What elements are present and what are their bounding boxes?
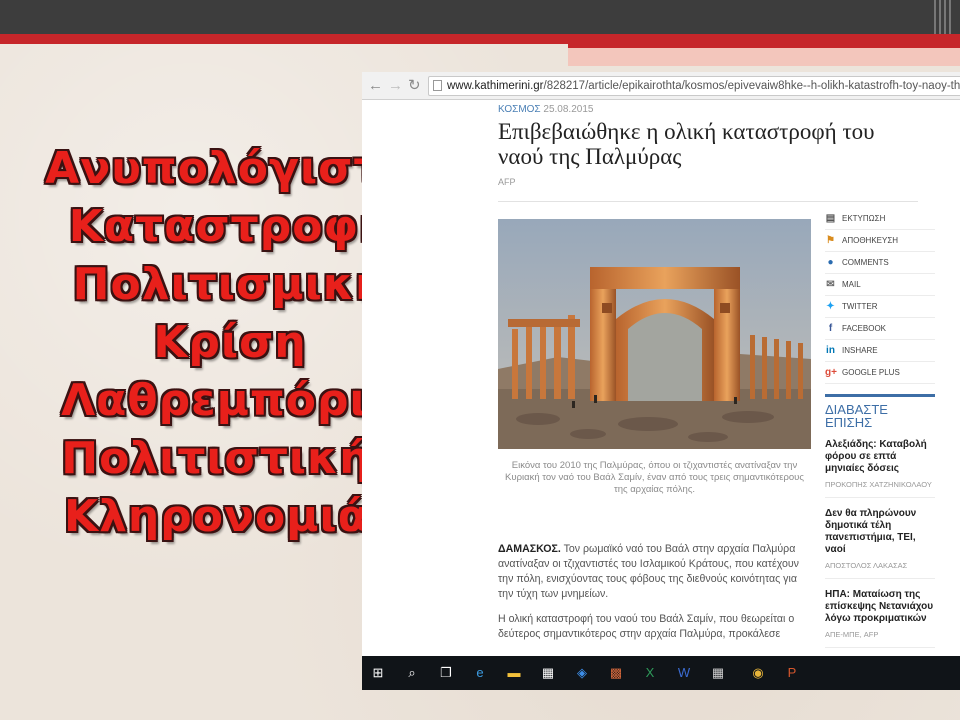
article-headline: Επιβεβαιώθηκε η ολική καταστροφή του ναο…	[498, 119, 875, 169]
read-also-author: ΑΠΟΣΤΟΛΟΣ ΛΑΚΑΣΑΣ	[825, 561, 935, 579]
twitter-icon: ✦	[826, 301, 835, 312]
bookmark-icon: ⚑	[826, 235, 835, 246]
taskbar: ⊞ ⌕ ❐ e ▬ ▦ ◈ ▩ X W ▦ ◉ P	[362, 656, 960, 690]
share-linkedin[interactable]: in INSHARE	[825, 340, 935, 362]
tablet-app-icon[interactable]: ▦	[708, 663, 728, 683]
read-also-item[interactable]: Αλεξιάδης: Καταβολή φόρου σε επτά μηνιαί…	[825, 439, 935, 498]
forward-arrow-icon[interactable]: →	[388, 77, 403, 95]
word-icon[interactable]: W	[674, 663, 694, 683]
share-label: MAIL	[842, 280, 861, 289]
share-google-plus[interactable]: g+ GOOGLE PLUS	[825, 362, 935, 384]
edge-icon[interactable]: e	[470, 663, 490, 683]
url-domain: www.kathimerini.gr	[447, 80, 544, 92]
divider	[498, 201, 918, 202]
page-icon	[433, 80, 442, 91]
share-twitter[interactable]: ✦ TWITTER	[825, 296, 935, 318]
article-meta: ΚΟΣΜΟΣ 25.08.2015	[498, 104, 958, 115]
share-comments[interactable]: ● COMMENTS	[825, 252, 935, 274]
browser-toolbar: ← → ↻ www.kathimerini.gr/828217/article/…	[362, 72, 960, 100]
share-tools: ▤ ΕΚΤΥΠΩΣΗ ⚑ ΑΠΟΘΗΚΕΥΣΗ ● COMMENTS ✉ MAI…	[825, 208, 935, 384]
google-plus-icon: g+	[825, 367, 837, 378]
share-label: ΑΠΟΘΗΚΕΥΣΗ	[842, 236, 899, 245]
task-view-icon[interactable]: ❐	[436, 663, 456, 683]
share-label: TWITTER	[842, 302, 878, 311]
url-path: /828217/article/epikairothta/kosmos/epiv…	[543, 80, 960, 92]
share-label: COMMENTS	[842, 258, 889, 267]
share-print[interactable]: ▤ ΕΚΤΥΠΩΣΗ	[825, 208, 935, 230]
search-icon[interactable]: ⌕	[402, 663, 422, 683]
slide-top-stripes	[934, 0, 952, 34]
printer-icon: ▤	[825, 213, 836, 224]
reload-icon[interactable]: ↻	[408, 77, 421, 95]
article-body: ΔΑΜΑΣΚΟΣ. Τον ρωμαϊκό ναό του Βαάλ στην …	[498, 542, 811, 652]
article-section[interactable]: ΚΟΣΜΟΣ	[498, 104, 541, 115]
share-facebook[interactable]: f FACEBOOK	[825, 318, 935, 340]
linkedin-icon: in	[826, 345, 835, 356]
read-also-author: ΑΠΕ-ΜΠΕ, AFP	[825, 630, 935, 648]
file-explorer-icon[interactable]: ▬	[504, 663, 524, 683]
chrome-icon[interactable]: ◉	[748, 663, 768, 683]
share-mail[interactable]: ✉ MAIL	[825, 274, 935, 296]
share-label: INSHARE	[842, 346, 878, 355]
article-photo[interactable]	[498, 219, 811, 449]
article-byline: AFP	[498, 177, 516, 187]
photo-caption: Εικόνα του 2010 της Παλμύρας, όπου οι τζ…	[505, 460, 804, 495]
comment-icon: ●	[827, 257, 834, 268]
photos-app-icon[interactable]: ▩	[606, 663, 626, 683]
slide-top-bar	[0, 0, 960, 34]
read-also-headline[interactable]: Αλεξιάδης: Καταβολή φόρου σε επτά μηνιαί…	[825, 439, 935, 475]
article-header: ΚΟΣΜΟΣ 25.08.2015 Επιβεβαιώθηκε η ολική …	[498, 100, 958, 202]
dateline: ΔΑΜΑΣΚΟΣ.	[498, 543, 561, 555]
article-paragraph: ΔΑΜΑΣΚΟΣ. Τον ρωμαϊκό ναό του Βαάλ στην …	[498, 542, 811, 602]
dropbox-icon[interactable]: ◈	[572, 663, 592, 683]
article-date: 25.08.2015	[543, 104, 594, 115]
mail-icon: ✉	[826, 279, 835, 290]
read-also-headline[interactable]: ΗΠΑ: Ματαίωση της επίσκεψης Νετανιάχου λ…	[825, 589, 935, 625]
facebook-icon: f	[828, 323, 833, 334]
slide-red-band	[0, 34, 960, 44]
read-also-title-line: ΕΠΙΣΗΣ	[825, 415, 873, 430]
browser-screenshot: ← → ↻ www.kathimerini.gr/828217/article/…	[362, 72, 960, 690]
palmyra-arch-image	[498, 219, 811, 449]
read-also-author: ΠΡΟΚΟΠΗΣ ΧΑΤΖΗΝΙΚΟΛΑΟΥ	[825, 480, 935, 498]
share-label: FACEBOOK	[842, 324, 887, 333]
back-arrow-icon[interactable]: ←	[368, 77, 383, 95]
article-paragraph: Η ολική καταστροφή του ναού του Βαάλ Σαμ…	[498, 613, 795, 640]
share-save[interactable]: ⚑ ΑΠΟΘΗΚΕΥΣΗ	[825, 230, 935, 252]
store-icon[interactable]: ▦	[538, 663, 558, 683]
powerpoint-icon[interactable]: P	[782, 663, 802, 683]
slide-peach-band	[568, 48, 960, 66]
read-also-title: ΔΙΑΒΑΣΤΕ ΕΠΙΣΗΣ	[825, 403, 935, 429]
read-also-item[interactable]: ΗΠΑ: Ματαίωση της επίσκεψης Νετανιάχου λ…	[825, 589, 935, 648]
windows-start-icon[interactable]: ⊞	[368, 663, 388, 683]
excel-icon[interactable]: X	[640, 663, 660, 683]
read-also-item[interactable]: Δεν θα πληρώνουν δημοτικά τέλη πανεπιστή…	[825, 508, 935, 579]
read-also-headline[interactable]: Δεν θα πληρώνουν δημοτικά τέλη πανεπιστή…	[825, 508, 935, 556]
share-label: GOOGLE PLUS	[842, 368, 900, 377]
address-bar[interactable]: www.kathimerini.gr/828217/article/epikai…	[428, 76, 960, 96]
read-also-box: ΔΙΑΒΑΣΤΕ ΕΠΙΣΗΣ Αλεξιάδης: Καταβολή φόρο…	[825, 394, 935, 648]
share-label: ΕΚΤΥΠΩΣΗ	[842, 214, 886, 223]
